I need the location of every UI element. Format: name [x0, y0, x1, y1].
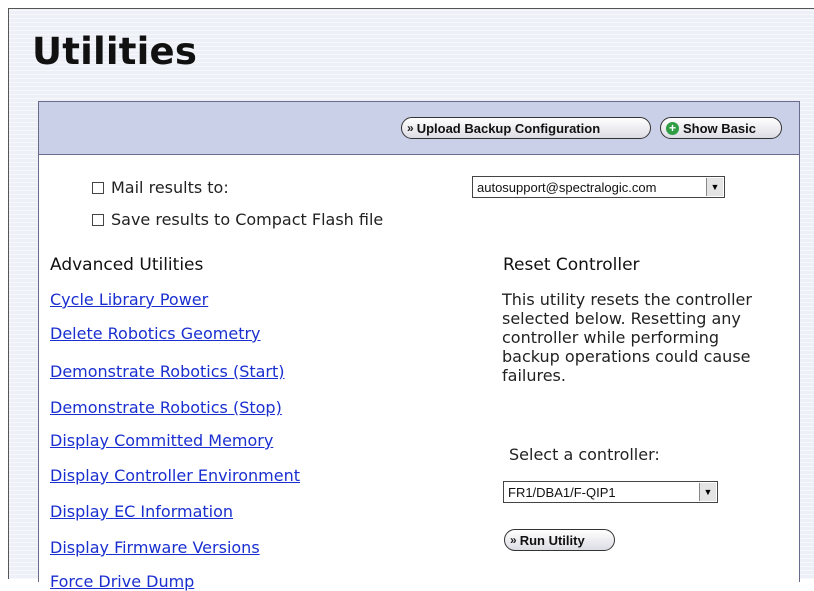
plus-circle-icon: + [666, 121, 679, 135]
mail-results-checkbox[interactable] [92, 181, 104, 194]
show-basic-button[interactable]: + Show Basic [660, 117, 782, 139]
link-display-ec-information[interactable]: Display EC Information [50, 502, 233, 521]
mail-recipient-select[interactable]: autosupport@spectralogic.com ▼ [472, 176, 725, 198]
link-display-controller-environment[interactable]: Display Controller Environment [50, 466, 300, 485]
link-display-firmware-versions[interactable]: Display Firmware Versions [50, 538, 260, 557]
reset-controller-description: This utility resets the controller selec… [502, 290, 752, 385]
run-utility-label: Run Utility [519, 532, 585, 548]
utilities-toolbar: » Upload Backup Configuration + Show Bas… [39, 102, 799, 155]
mail-recipient-value: autosupport@spectralogic.com [477, 179, 657, 195]
select-controller-label: Select a controller: [509, 445, 660, 464]
link-demonstrate-robotics-stop[interactable]: Demonstrate Robotics (Stop) [50, 398, 282, 417]
controller-select-value: FR1/DBA1/F-QIP1 [508, 484, 616, 500]
controller-select[interactable]: FR1/DBA1/F-QIP1 ▼ [503, 481, 718, 503]
chevron-down-icon[interactable]: ▼ [706, 178, 723, 196]
advanced-utilities-heading: Advanced Utilities [50, 255, 204, 275]
double-chevron-right-icon: » [510, 533, 517, 547]
upload-backup-configuration-button[interactable]: » Upload Backup Configuration [401, 117, 651, 139]
upload-backup-configuration-label: Upload Backup Configuration [416, 120, 601, 136]
reset-controller-heading: Reset Controller [503, 255, 640, 275]
save-results-checkbox[interactable] [92, 213, 104, 226]
mail-results-label: Mail results to: [111, 178, 229, 197]
run-utility-button[interactable]: » Run Utility [504, 529, 615, 551]
page-title: Utilities [32, 30, 198, 73]
show-basic-label: Show Basic [683, 120, 756, 136]
link-demonstrate-robotics-start[interactable]: Demonstrate Robotics (Start) [50, 362, 285, 381]
chevron-down-icon[interactable]: ▼ [699, 483, 716, 501]
link-cycle-library-power[interactable]: Cycle Library Power [50, 290, 208, 309]
double-chevron-right-icon: » [407, 121, 414, 135]
link-delete-robotics-geometry[interactable]: Delete Robotics Geometry [50, 324, 261, 343]
mail-results-option: Mail results to: [92, 178, 229, 197]
save-results-option: Save results to Compact Flash file [92, 210, 383, 229]
save-results-label: Save results to Compact Flash file [111, 210, 384, 229]
link-display-committed-memory[interactable]: Display Committed Memory [50, 431, 273, 450]
link-force-drive-dump[interactable]: Force Drive Dump [50, 572, 194, 591]
